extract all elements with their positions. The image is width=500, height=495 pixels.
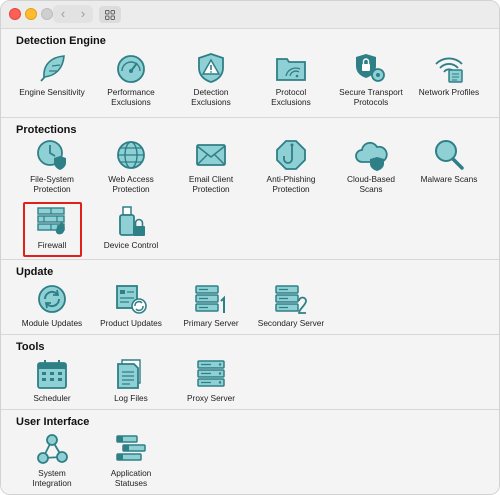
pane-malware-scans[interactable]: Malware Scans bbox=[405, 138, 493, 184]
pane-anti-phishing-protection[interactable]: Anti-Phishing Protection bbox=[247, 138, 335, 194]
pane-cloud-based-scans[interactable]: Cloud-Based Scans bbox=[327, 138, 415, 194]
pane-email-client-protection[interactable]: Email Client Protection bbox=[167, 138, 255, 194]
pane-label: Secondary Server bbox=[257, 318, 325, 328]
lock-shield-gear-icon bbox=[353, 51, 389, 85]
warning-shield-icon bbox=[193, 51, 229, 85]
pane-web-access-protection[interactable]: Web Access Protection bbox=[87, 138, 175, 194]
pane-detection-exclusions[interactable]: Detection Exclusions bbox=[167, 51, 255, 107]
pane-label: Device Control bbox=[103, 240, 159, 250]
pane-label: Network Profiles bbox=[418, 87, 480, 97]
pane-network-profiles[interactable]: Network Profiles bbox=[405, 51, 493, 97]
section-update: Update Module Updates Product Updates Pr… bbox=[1, 259, 499, 334]
pane-label: Cloud-Based Scans bbox=[347, 174, 395, 194]
pane-proxy-server[interactable]: Proxy Server bbox=[167, 357, 255, 403]
section-user-interface: User Interface System Integration Applic… bbox=[1, 409, 499, 494]
log-files-icon bbox=[113, 357, 149, 391]
section-title: Protections bbox=[16, 124, 77, 136]
pane-label: Application Statuses bbox=[110, 468, 152, 488]
section-tools: Tools Scheduler Log Files Proxy Server bbox=[1, 334, 499, 409]
gauge-icon bbox=[113, 51, 149, 85]
section-detection-engine: Detection Engine Engine Sensitivity Perf… bbox=[1, 29, 499, 117]
preferences-window: ‹ › Detection Engine Engine Sensitivity … bbox=[0, 0, 500, 495]
forward-button[interactable]: › bbox=[73, 5, 93, 23]
proxy-server-icon bbox=[193, 357, 229, 391]
close-button[interactable] bbox=[9, 8, 21, 20]
magnifier-icon bbox=[431, 138, 467, 172]
pane-label: Secure Transport Protocols bbox=[339, 87, 403, 107]
wifi-list-icon bbox=[431, 51, 467, 85]
pane-file-system-protection[interactable]: File-System Protection bbox=[8, 138, 96, 194]
globe-icon bbox=[113, 138, 149, 172]
pane-label: Product Updates bbox=[100, 318, 162, 328]
pane-label: File-System Protection bbox=[30, 174, 74, 194]
pane-label: Proxy Server bbox=[187, 393, 235, 403]
section-title: Tools bbox=[16, 341, 45, 353]
pane-label: Primary Server bbox=[183, 318, 239, 328]
cloud-shield-icon bbox=[353, 138, 389, 172]
feather-icon bbox=[34, 51, 70, 85]
pane-label: Engine Sensitivity bbox=[19, 87, 85, 97]
pane-label: System Integration bbox=[32, 468, 72, 488]
folder-network-icon bbox=[273, 51, 309, 85]
pane-label: Firewall bbox=[37, 240, 67, 250]
pane-firewall[interactable]: Firewall bbox=[8, 204, 96, 250]
pane-label: Anti-Phishing Protection bbox=[266, 174, 316, 194]
sync-icon bbox=[34, 282, 70, 316]
server-1-icon bbox=[193, 282, 229, 316]
pane-label: Detection Exclusions bbox=[191, 87, 231, 107]
pane-label: Web Access Protection bbox=[108, 174, 154, 194]
pane-label: Protocol Exclusions bbox=[271, 87, 311, 107]
pane-performance-exclusions[interactable]: Performance Exclusions bbox=[87, 51, 175, 107]
pane-secondary-server[interactable]: Secondary Server bbox=[247, 282, 335, 328]
pane-engine-sensitivity[interactable]: Engine Sensitivity bbox=[8, 51, 96, 97]
pane-label: Scheduler bbox=[33, 393, 71, 403]
usb-lock-icon bbox=[113, 204, 149, 238]
pane-protocol-exclusions[interactable]: Protocol Exclusions bbox=[247, 51, 335, 107]
pane-system-integration[interactable]: System Integration bbox=[8, 432, 96, 488]
pane-device-control[interactable]: Device Control bbox=[87, 204, 175, 250]
section-title: Detection Engine bbox=[16, 35, 106, 47]
pane-label: Malware Scans bbox=[420, 174, 478, 184]
titlebar: ‹ › bbox=[1, 1, 499, 29]
pane-label: Log Files bbox=[114, 393, 148, 403]
back-button[interactable]: ‹ bbox=[53, 5, 73, 23]
pane-label: Email Client Protection bbox=[188, 174, 234, 194]
pane-product-updates[interactable]: Product Updates bbox=[87, 282, 175, 328]
pane-primary-server[interactable]: Primary Server bbox=[167, 282, 255, 328]
pane-scheduler[interactable]: Scheduler bbox=[8, 357, 96, 403]
pane-log-files[interactable]: Log Files bbox=[87, 357, 175, 403]
grid-icon bbox=[105, 9, 115, 20]
pane-label: Performance Exclusions bbox=[107, 87, 155, 107]
nav-buttons: ‹ › bbox=[53, 5, 93, 23]
pane-secure-transport-protocols[interactable]: Secure Transport Protocols bbox=[327, 51, 415, 107]
minimize-button[interactable] bbox=[25, 8, 37, 20]
pane-module-updates[interactable]: Module Updates bbox=[8, 282, 96, 328]
pane-application-statuses[interactable]: Application Statuses bbox=[87, 432, 175, 488]
firewall-icon bbox=[34, 204, 70, 238]
server-2-icon bbox=[273, 282, 309, 316]
show-all-button[interactable] bbox=[99, 6, 121, 23]
zoom-button[interactable] bbox=[41, 8, 53, 20]
pane-label: Module Updates bbox=[21, 318, 83, 328]
network-nodes-icon bbox=[34, 432, 70, 466]
status-bars-icon bbox=[113, 432, 149, 466]
section-title: Update bbox=[16, 266, 54, 278]
product-update-icon bbox=[113, 282, 149, 316]
clock-shield-icon bbox=[34, 138, 70, 172]
section-title: User Interface bbox=[16, 416, 90, 428]
fishhook-icon bbox=[273, 138, 309, 172]
section-protections: Protections File-System Protection Web A… bbox=[1, 117, 499, 259]
calendar-icon bbox=[34, 357, 70, 391]
envelope-icon bbox=[193, 138, 229, 172]
